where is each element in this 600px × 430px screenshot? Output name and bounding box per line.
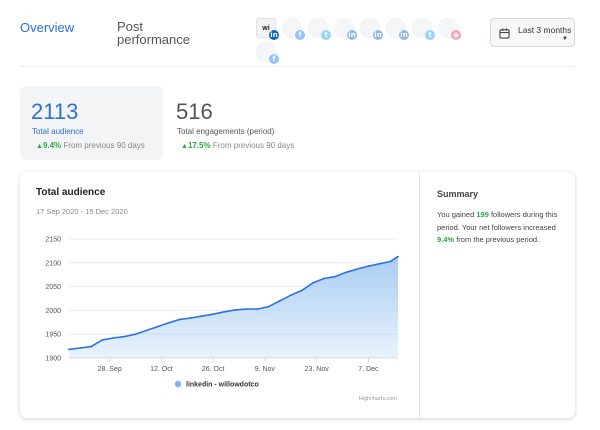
header: Overview Post performance wi in f t in in in t ◉… bbox=[0, 0, 600, 66]
kpi-total-audience[interactable]: 2113 Total audience ▲9.4% From previous … bbox=[20, 86, 163, 160]
linkedin-icon: in bbox=[347, 30, 357, 40]
x-tick-label: 12. Oct bbox=[150, 366, 173, 373]
data-point[interactable] bbox=[345, 271, 348, 274]
kpi-change-percent: 17.5% bbox=[187, 141, 211, 150]
caret-down-icon: ▼ bbox=[562, 36, 568, 42]
audience-card: Total audience 17 Sep 2020 - 15 Dec 2020… bbox=[20, 172, 575, 418]
data-point[interactable] bbox=[356, 268, 359, 270]
data-point[interactable] bbox=[278, 299, 281, 302]
kpi-change-period: From previous 90 days bbox=[63, 141, 145, 150]
summary-text-part: You gained bbox=[437, 210, 477, 219]
kpi-label: Total audience bbox=[32, 127, 84, 136]
account-avatar-twitter[interactable]: t bbox=[308, 18, 331, 40]
data-point[interactable] bbox=[156, 325, 159, 328]
summary-text: You gained 199 followers during this per… bbox=[437, 209, 559, 247]
data-point[interactable] bbox=[234, 309, 237, 311]
data-point[interactable] bbox=[190, 317, 192, 319]
summary-text-part: from the previous period. bbox=[454, 235, 540, 244]
data-point[interactable] bbox=[178, 318, 181, 321]
data-point[interactable] bbox=[256, 308, 259, 310]
facebook-icon: f bbox=[295, 30, 305, 40]
account-avatar-linkedin[interactable]: wi in bbox=[256, 18, 279, 40]
y-tick-label: 2100 bbox=[45, 260, 61, 267]
summary-title: Summary bbox=[437, 189, 479, 199]
data-point[interactable] bbox=[289, 294, 292, 297]
data-point[interactable] bbox=[212, 313, 215, 316]
instagram-icon: ◉ bbox=[451, 30, 461, 40]
kpi-total-engagements[interactable]: 516 Total engagements (period) ▲17.5% Fr… bbox=[170, 86, 330, 160]
kpi-change-percent: 9.4% bbox=[42, 141, 62, 150]
account-avatar-linkedin[interactable]: in bbox=[386, 18, 409, 40]
linkedin-icon: in bbox=[399, 30, 409, 40]
kpi-label: Total engagements (period) bbox=[177, 127, 275, 136]
legend-marker bbox=[174, 380, 182, 388]
kpi-change: ▲17.5% From previous 90 days bbox=[181, 141, 294, 150]
facebook-icon: f bbox=[269, 54, 279, 64]
y-tick-label: 1900 bbox=[45, 356, 61, 363]
data-point[interactable] bbox=[300, 289, 303, 292]
arrow-up-icon: ▲ bbox=[181, 143, 188, 150]
date-range-label: Last 3 months bbox=[518, 25, 572, 35]
data-point[interactable] bbox=[312, 281, 314, 284]
data-point[interactable] bbox=[223, 310, 226, 313]
linkedin-icon: in bbox=[269, 30, 279, 40]
data-point[interactable] bbox=[334, 275, 337, 278]
data-point[interactable] bbox=[79, 347, 81, 349]
x-tick-label: 28. Sep bbox=[98, 366, 122, 373]
kpi-change: ▲9.4% From previous 90 days bbox=[36, 141, 145, 150]
x-tick-label: 9. Nov bbox=[255, 366, 276, 373]
y-tick-label: 1950 bbox=[45, 332, 61, 339]
audience-chart: 1900 1950 2000 2050 2100 2150 28. Sep 12. Oct 2… bbox=[45, 237, 399, 402]
account-avatar-instagram[interactable]: ◉ bbox=[438, 18, 461, 40]
twitter-icon: t bbox=[425, 30, 435, 40]
data-point[interactable] bbox=[123, 335, 126, 338]
calendar-icon bbox=[499, 28, 510, 39]
data-point[interactable] bbox=[323, 277, 325, 280]
tab-post-performance[interactable]: Post performance bbox=[117, 20, 207, 46]
data-point[interactable] bbox=[367, 265, 370, 268]
account-avatar-twitter[interactable]: t bbox=[412, 18, 435, 40]
y-tick-label: 2050 bbox=[45, 284, 61, 291]
header-divider bbox=[20, 66, 575, 67]
summary-divider bbox=[419, 172, 420, 418]
kpi-change-period: From previous 90 days bbox=[212, 141, 295, 150]
account-avatar-facebook[interactable]: f bbox=[256, 42, 279, 64]
data-point[interactable] bbox=[101, 339, 104, 341]
data-point[interactable] bbox=[267, 305, 270, 308]
data-point[interactable] bbox=[389, 260, 392, 263]
linkedin-icon: in bbox=[373, 30, 383, 40]
kpi-value: 2113 bbox=[31, 99, 79, 124]
brand-logo-text: wi bbox=[262, 25, 270, 32]
arrow-up-icon: ▲ bbox=[36, 143, 43, 150]
account-selector: wi in f t in in in t ◉ f bbox=[254, 16, 464, 64]
twitter-icon: t bbox=[321, 30, 331, 40]
data-point[interactable] bbox=[145, 329, 148, 332]
legend-label: linkedin - willowdotco bbox=[186, 382, 259, 389]
account-avatar-linkedin[interactable]: in bbox=[360, 18, 383, 40]
data-point[interactable] bbox=[397, 255, 399, 258]
account-avatar-linkedin[interactable]: in bbox=[334, 18, 357, 40]
data-point[interactable] bbox=[378, 262, 381, 265]
data-point[interactable] bbox=[245, 308, 248, 310]
tab-overview[interactable]: Overview bbox=[20, 20, 74, 35]
x-tick-label: 7. Dec bbox=[358, 366, 379, 373]
date-range-button[interactable]: Last 3 months ▼ bbox=[490, 18, 575, 47]
legend-item[interactable]: linkedin - willowdotco bbox=[174, 380, 259, 389]
y-tick-label: 2150 bbox=[45, 237, 61, 244]
data-point[interactable] bbox=[90, 345, 93, 348]
data-point[interactable] bbox=[112, 337, 115, 339]
summary-gained-value: 199 bbox=[476, 210, 489, 219]
data-point[interactable] bbox=[167, 321, 170, 324]
kpi-value: 516 bbox=[176, 99, 213, 124]
data-point[interactable] bbox=[134, 333, 137, 336]
account-avatar-facebook[interactable]: f bbox=[282, 18, 305, 40]
data-point[interactable] bbox=[68, 348, 70, 351]
x-tick-label: 23. Nov bbox=[305, 366, 330, 373]
summary-increase-value: 9.4% bbox=[437, 235, 455, 244]
x-tick-label: 26. Oct bbox=[202, 366, 225, 373]
y-tick-label: 2000 bbox=[45, 308, 61, 315]
chart-credit[interactable]: Highcharts.com bbox=[359, 396, 398, 402]
data-point[interactable] bbox=[201, 315, 203, 318]
